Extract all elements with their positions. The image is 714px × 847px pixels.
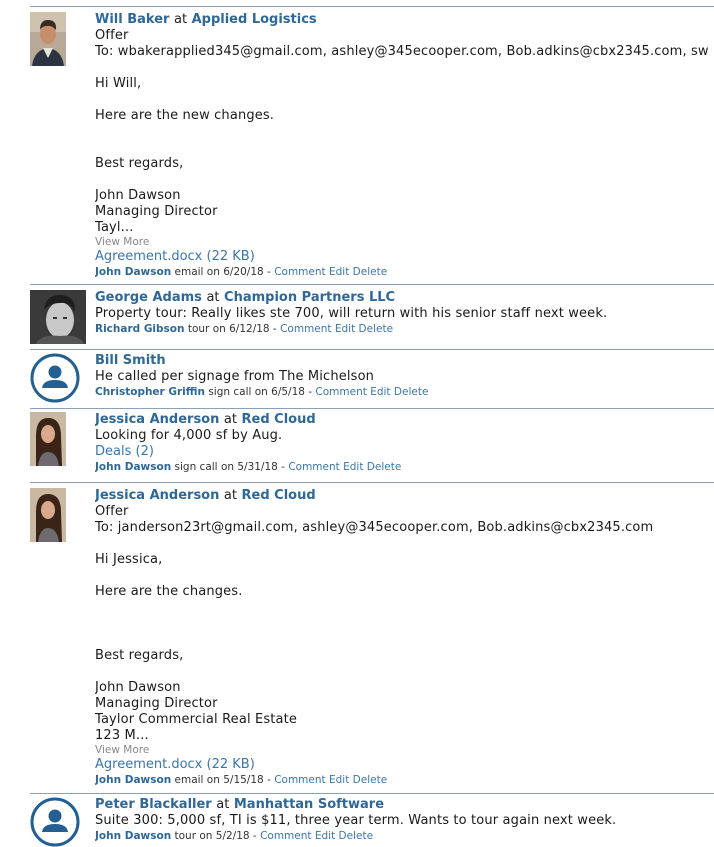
comment-link[interactable]: Comment	[288, 461, 339, 473]
company-name-link[interactable]: Red Cloud	[242, 488, 316, 503]
divider	[30, 6, 714, 7]
signature-truncated: 123 M...	[95, 728, 149, 743]
email-subject: Offer	[95, 28, 129, 43]
photo-woman-icon	[30, 488, 66, 542]
comment-link[interactable]: Comment	[280, 323, 331, 335]
activity-meta: tour on 5/2/18 -	[174, 830, 257, 842]
contact-name-link[interactable]: Jessica Anderson	[95, 488, 219, 503]
divider	[30, 482, 714, 483]
divider	[30, 349, 714, 350]
delete-link[interactable]: Delete	[353, 266, 388, 278]
comment-link[interactable]: Comment	[274, 774, 325, 786]
at-text: at	[206, 290, 220, 305]
delete-link[interactable]: Delete	[353, 774, 388, 786]
edit-link[interactable]: Edit	[329, 266, 349, 278]
signature-truncated: Tayl...	[95, 220, 134, 235]
at-text: at	[223, 488, 237, 503]
at-text: at	[173, 12, 188, 27]
comment-link[interactable]: Comment	[274, 266, 325, 278]
view-more-link[interactable]: View More	[95, 236, 714, 249]
view-more-link[interactable]: View More	[95, 744, 714, 757]
deals-link[interactable]: Deals	[95, 444, 131, 459]
photo-man-smiling-icon	[30, 12, 66, 66]
comment-link[interactable]: Comment	[315, 386, 366, 398]
deals-count[interactable]: (2)	[136, 444, 154, 459]
at-text: at	[223, 412, 237, 427]
divider	[30, 408, 714, 409]
edit-link[interactable]: Edit	[329, 774, 349, 786]
divider	[30, 793, 714, 794]
contact-avatar[interactable]	[30, 488, 66, 542]
signature-company: Taylor Commercial Real Estate	[95, 712, 298, 727]
author-link[interactable]: John Dawson	[95, 266, 171, 278]
company-name-link[interactable]: Applied Logistics	[192, 12, 317, 27]
email-greeting: Hi Jessica,	[95, 552, 163, 567]
delete-link[interactable]: Delete	[339, 830, 374, 842]
email-greeting: Hi Will,	[95, 76, 142, 91]
attachment-link[interactable]: Agreement.docx (22 KB)	[95, 249, 714, 265]
contact-name-link[interactable]: Peter Blackaller	[95, 797, 212, 812]
email-body: Here are the changes.	[95, 584, 243, 599]
contact-avatar[interactable]	[30, 797, 80, 847]
edit-link[interactable]: Edit	[315, 830, 335, 842]
activity-meta: tour on 6/12/18 -	[187, 323, 277, 335]
author-link[interactable]: Richard Gibson	[95, 323, 185, 335]
activity-note: He called per signage from The Michelson	[95, 369, 375, 384]
photo-man-bw-icon	[30, 290, 86, 344]
activity-note: Suite 300: 5,000 sf, TI is $11, three ye…	[95, 813, 617, 828]
author-link[interactable]: John Dawson	[95, 461, 171, 473]
contact-name-link[interactable]: George Adams	[95, 290, 202, 305]
contact-avatar[interactable]	[30, 290, 86, 344]
activity-meta: sign call on 5/31/18 -	[174, 461, 285, 473]
author-link[interactable]: John Dawson	[95, 830, 171, 842]
edit-link[interactable]: Edit	[335, 323, 355, 335]
at-text: at	[216, 797, 230, 812]
divider	[30, 284, 714, 285]
signature-title: Managing Director	[95, 204, 218, 219]
contact-avatar[interactable]	[30, 353, 80, 403]
contact-avatar[interactable]	[30, 412, 66, 466]
signature-title: Managing Director	[95, 696, 218, 711]
email-closing: Best regards,	[95, 156, 184, 171]
edit-link[interactable]: Edit	[370, 386, 390, 398]
delete-link[interactable]: Delete	[359, 323, 394, 335]
email-closing: Best regards,	[95, 648, 184, 663]
email-subject: Offer	[95, 504, 129, 519]
contact-name-link[interactable]: Jessica Anderson	[95, 412, 219, 427]
photo-woman-icon	[30, 412, 66, 466]
delete-link[interactable]: Delete	[394, 386, 429, 398]
edit-link[interactable]: Edit	[343, 461, 363, 473]
company-name-link[interactable]: Champion Partners LLC	[224, 290, 395, 305]
author-link[interactable]: Christopher Griffin	[95, 386, 205, 398]
activity-meta: sign call on 6/5/18 -	[208, 386, 313, 398]
signature-name: John Dawson	[95, 188, 181, 203]
contact-avatar[interactable]	[30, 12, 66, 66]
company-name-link[interactable]: Manhattan Software	[234, 797, 384, 812]
contact-name-link[interactable]: Will Baker	[95, 12, 169, 27]
activity-note: Property tour: Really likes ste 700, wil…	[95, 306, 608, 321]
activity-meta: email on 6/20/18 -	[174, 266, 271, 278]
email-body: Here are the new changes.	[95, 108, 275, 123]
default-user-icon	[30, 353, 80, 403]
default-user-icon	[30, 797, 80, 847]
comment-link[interactable]: Comment	[260, 830, 311, 842]
email-recipients: To: wbakerapplied345@gmail.com, ashley@3…	[95, 44, 709, 59]
email-recipients: To: janderson23rt@gmail.com, ashley@345e…	[95, 520, 654, 535]
attachment-link[interactable]: Agreement.docx (22 KB)	[95, 757, 714, 773]
author-link[interactable]: John Dawson	[95, 774, 171, 786]
activity-meta: email on 5/15/18 -	[174, 774, 271, 786]
activity-note: Looking for 4,000 sf by Aug.	[95, 428, 283, 443]
company-name-link[interactable]: Red Cloud	[242, 412, 316, 427]
delete-link[interactable]: Delete	[367, 461, 402, 473]
signature-name: John Dawson	[95, 680, 181, 695]
contact-name-link[interactable]: Bill Smith	[95, 353, 166, 368]
